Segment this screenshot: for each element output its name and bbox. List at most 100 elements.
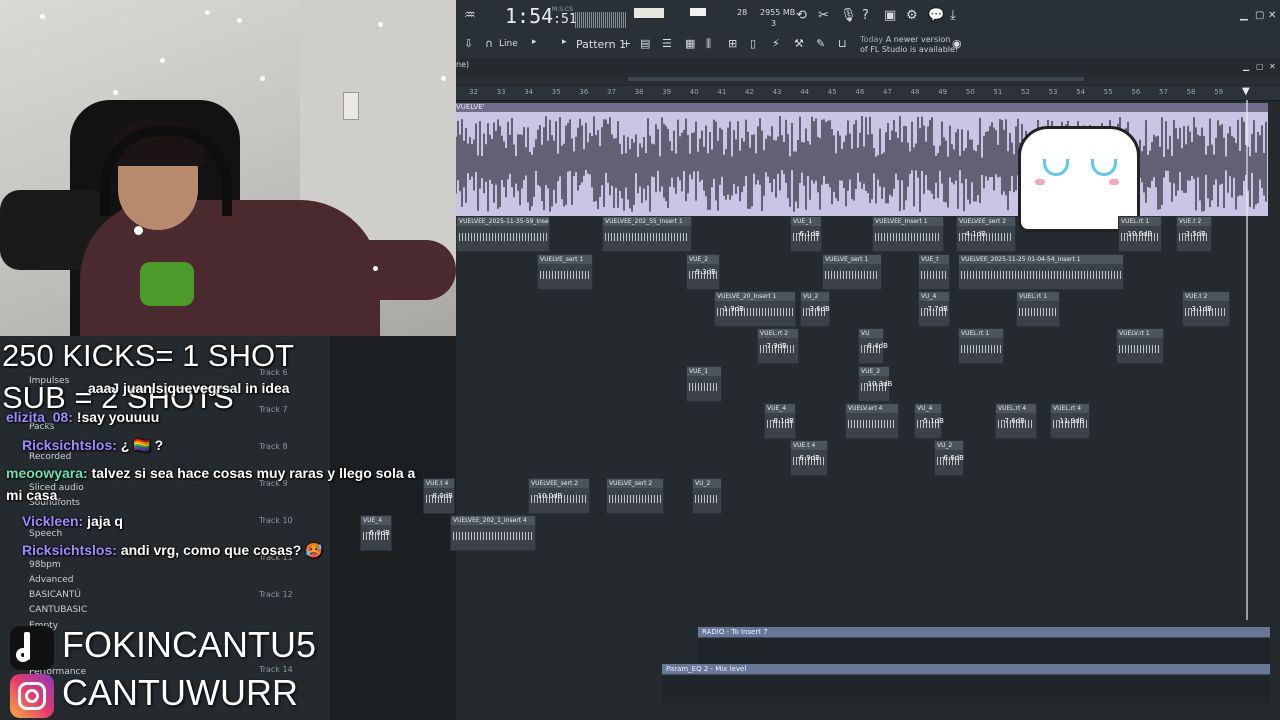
clip-label: VU_2 xyxy=(693,479,721,488)
playlist-minimize-icon[interactable]: ▁ xyxy=(1243,62,1249,71)
webcam-feed xyxy=(0,0,456,336)
audio-clip[interactable]: VUEL.rt 4 -7.6dB xyxy=(995,403,1037,439)
ruler-bar-number: 36 xyxy=(579,88,589,96)
clip-gain: -7.7dB xyxy=(925,305,948,313)
audio-clip[interactable]: VUE_2 -9.3dB xyxy=(686,254,720,290)
browser-folder[interactable]: Advanced xyxy=(29,575,73,585)
browser-folder[interactable]: CANTUBASIC xyxy=(29,605,87,615)
ruler-bar-number: 56 xyxy=(1131,88,1141,96)
track-label[interactable]: Track 8 xyxy=(259,442,288,451)
snap-select[interactable]: Line xyxy=(499,39,518,49)
cart-icon[interactable]: ⊔ xyxy=(838,37,847,50)
snap-icon[interactable]: ⇩ xyxy=(464,37,473,50)
audio-clip[interactable]: VUELVEE_sert 2 -4.1dB xyxy=(956,216,1016,252)
browser-folder[interactable]: BASICANTÚ xyxy=(29,590,81,600)
audio-clip[interactable]: VUELV.ert 4 xyxy=(845,403,899,439)
help-icon[interactable]: ? xyxy=(862,8,869,23)
playlist-maximize-icon[interactable]: ▢ xyxy=(1256,62,1264,71)
audio-clip[interactable]: VUE_2 -10.3dB xyxy=(858,366,892,402)
clip-waveform xyxy=(453,532,533,540)
microphone-icon[interactable]: 🎙 xyxy=(840,8,857,23)
audio-clip[interactable]: VUELV.rt 1 xyxy=(1116,328,1164,364)
audio-clip[interactable]: VUELVEE_sert 2 -10.0dB xyxy=(528,478,590,514)
channel-rack-icon[interactable]: ☰ xyxy=(662,37,672,50)
pattern-arrow-icon[interactable]: ▸ xyxy=(562,37,567,47)
audio-clip[interactable]: VUEL.rt 1 -10.6dB xyxy=(1118,216,1162,252)
playhead-marker-icon[interactable]: ▼ xyxy=(1242,86,1250,97)
globe-icon[interactable]: ◉ xyxy=(952,37,962,50)
pattern-selector[interactable]: Pattern 1 xyxy=(576,38,626,51)
browser-icon[interactable]: ⊞ xyxy=(728,37,737,50)
audio-clip[interactable]: VUE_4 -6.0dB xyxy=(360,515,392,551)
audio-clip[interactable]: VUE_4 -8.1dB xyxy=(764,403,796,439)
audio-clip[interactable]: VUE_1 -6.1dB xyxy=(790,216,822,252)
audio-clip[interactable]: VUELVEE_2025-11-35-59_Insert 1 xyxy=(456,216,550,252)
automation-clip-eq[interactable]: Param_EQ 2 - Mix level xyxy=(662,664,1270,674)
piano-roll-icon[interactable]: ▦ xyxy=(685,37,695,50)
close-icon[interactable]: ✕ xyxy=(1268,10,1276,21)
brush-icon[interactable]: ✎ xyxy=(816,37,825,50)
audio-clip[interactable]: VU_4 -5.1dB xyxy=(914,403,944,439)
clip-label: VUEL.rt 1 xyxy=(1119,217,1161,226)
browser-folder[interactable]: 98bpm xyxy=(29,560,61,570)
file-icon[interactable]: ▯ xyxy=(750,37,756,50)
audio-clip[interactable]: VU -8.4dB xyxy=(858,328,888,364)
chat-username: Ricksichtslos: xyxy=(22,542,117,558)
audio-clip[interactable]: VU_4 -7.7dB xyxy=(918,291,950,327)
wrench-icon[interactable]: ⚒ xyxy=(794,37,804,50)
undo-icon[interactable]: ⟲ xyxy=(796,8,807,23)
plug-icon[interactable]: ⚡ xyxy=(772,37,780,50)
clip-gain: -6.1dB xyxy=(797,230,820,238)
automation-clip-radio[interactable]: RADIO - To Insert 7 xyxy=(698,627,1270,637)
update-notice[interactable]: Today A newer version of FL Studio is av… xyxy=(860,35,960,55)
audio-clip[interactable]: VUELVE_20_Insert 1 -1.9dB xyxy=(714,291,796,327)
minimize-icon[interactable]: ▁ xyxy=(1240,10,1248,21)
audio-clip[interactable]: VU_2 xyxy=(692,478,722,514)
track-label[interactable]: Track 12 xyxy=(259,590,293,599)
audio-clip[interactable]: VUELVE_sert 1 xyxy=(822,254,882,290)
waveform-icon[interactable]: ♒ xyxy=(464,8,476,23)
add-pattern-icon[interactable]: + xyxy=(622,37,631,50)
clip-label: VUELVEE_sert 2 xyxy=(957,217,1015,226)
chat-icon[interactable]: 💬 xyxy=(928,8,944,23)
master-volume[interactable] xyxy=(690,8,706,16)
track-label[interactable]: Track 10 xyxy=(259,516,293,525)
browser-folder[interactable]: Speech xyxy=(29,529,62,539)
playlist-icon[interactable]: ▤ xyxy=(640,37,650,50)
audio-clip[interactable]: VUE.t 2 -3.1dB xyxy=(1182,291,1230,327)
playlist-close-icon[interactable]: ✕ xyxy=(1269,62,1276,71)
play-arrow-icon[interactable]: ▸ xyxy=(532,37,537,47)
main-audio-clip-label[interactable]: VUELVE' xyxy=(456,103,1268,112)
download-icon[interactable]: ⤓ xyxy=(950,8,956,23)
mixer-icon[interactable]: ⫼ xyxy=(706,37,711,51)
instagram-icon xyxy=(10,674,54,718)
clip-gain: -6.0dB xyxy=(367,529,390,537)
audio-clip[interactable]: VUE.t 4 -8.0dB xyxy=(423,478,455,514)
audio-clip[interactable]: VU_2 -6.6dB xyxy=(934,440,964,476)
maximize-icon[interactable]: ▢ xyxy=(1255,10,1264,21)
cut-icon[interactable]: ✂ xyxy=(818,8,829,23)
plugin-icon[interactable]: ⚙ xyxy=(906,8,918,23)
track-label[interactable]: Track 7 xyxy=(259,405,288,414)
chat-message: meoowyara: talvez si sea hace cosas muy … xyxy=(6,465,415,481)
audio-clip[interactable]: VUELVEE_2025-11-25 01-04-54_Insert 1 xyxy=(958,254,1124,290)
clip-gain: -3.1dB xyxy=(1189,305,1212,313)
audio-clip[interactable]: VUE.t 4 -6.9dB xyxy=(790,440,828,476)
scroll-thumb[interactable] xyxy=(628,77,1084,81)
audio-clip[interactable]: VU_2 -3.6dB xyxy=(800,291,830,327)
audio-clip[interactable]: VUE_1 xyxy=(686,366,722,402)
main-audio-clip[interactable] xyxy=(456,112,1268,216)
audio-clip[interactable]: VUELVEE_Insert 1 xyxy=(872,216,944,252)
audio-clip[interactable]: VUELVEE_202_1_Insert 4 xyxy=(450,515,536,551)
audio-clip[interactable]: VUE_t xyxy=(918,254,950,290)
audio-clip[interactable]: VUELVE_sert 1 xyxy=(537,254,593,290)
audio-clip[interactable]: VUEL.rt 4 -11.9dB xyxy=(1050,403,1090,439)
audio-clip[interactable]: VUE.t 2 -3.5dB xyxy=(1176,216,1212,252)
magnet-icon[interactable]: ∩ xyxy=(485,37,493,50)
audio-clip[interactable]: VUELVE_sert 2 xyxy=(606,478,664,514)
audio-clip[interactable]: VUEL.rt 1 xyxy=(1016,291,1060,327)
audio-clip[interactable]: VUELVEE_202_55_Insert 1 xyxy=(602,216,692,252)
audio-clip[interactable]: VUEL.rt 1 xyxy=(958,328,1004,364)
audio-clip[interactable]: VUEL.rt 2 -7.9dB xyxy=(757,328,799,364)
save-icon[interactable]: ▣ xyxy=(884,8,896,23)
